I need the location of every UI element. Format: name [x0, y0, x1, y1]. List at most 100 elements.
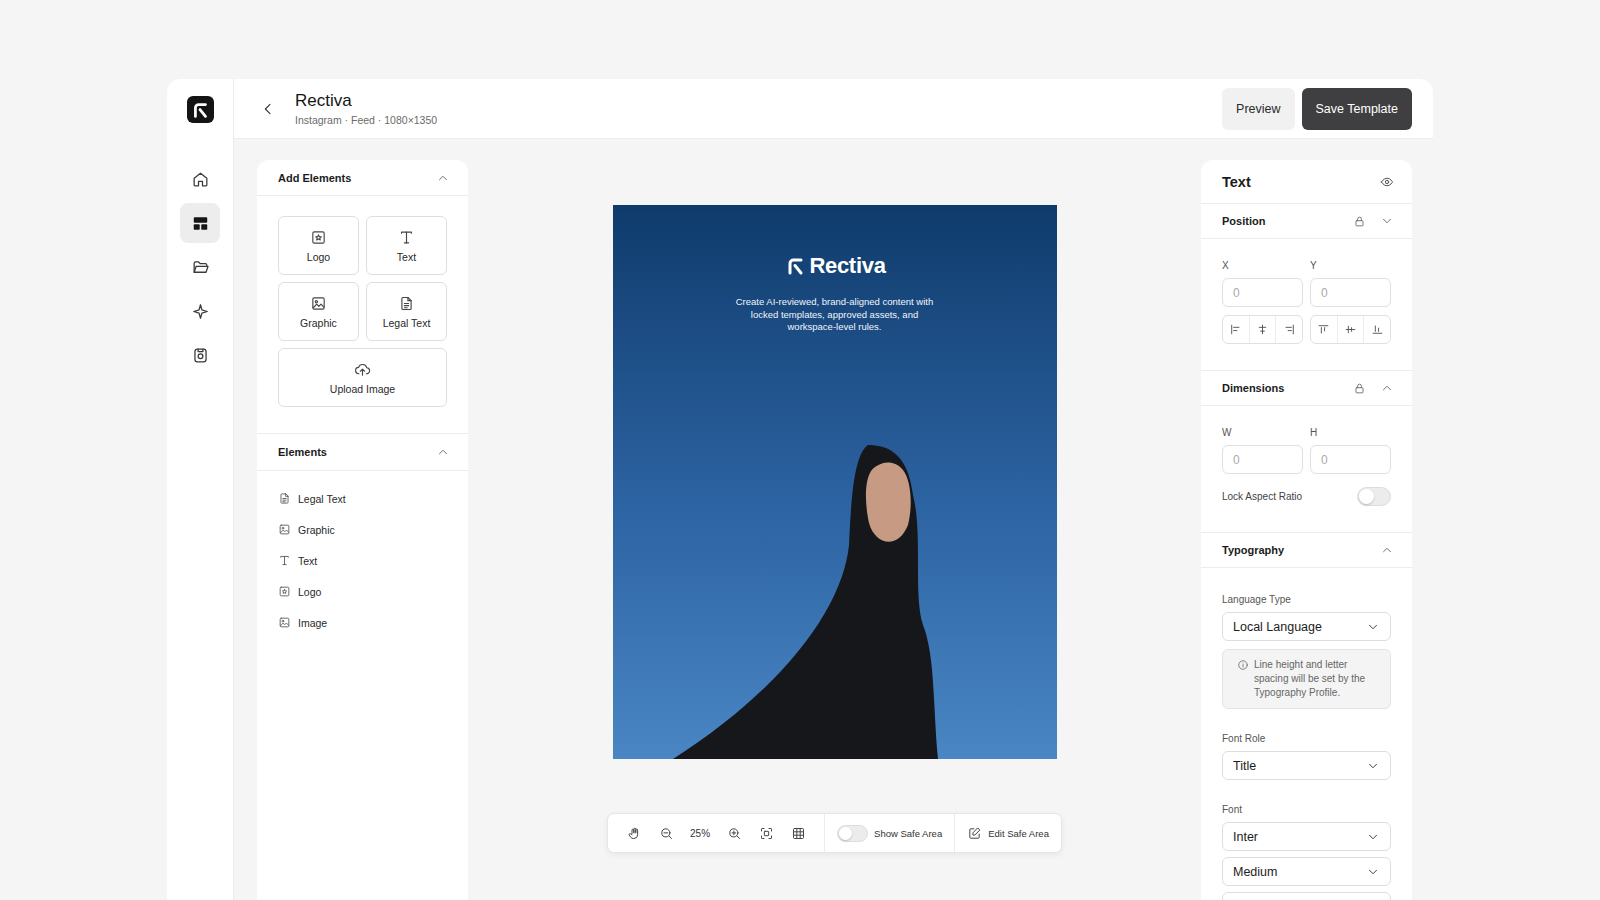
- nav-item[interactable]: [180, 291, 220, 331]
- align-button[interactable]: [1275, 316, 1302, 343]
- nav-item[interactable]: [180, 203, 220, 243]
- number-input[interactable]: 0: [1222, 278, 1303, 307]
- primary-button[interactable]: Save Template: [1302, 88, 1412, 130]
- add-element-tile[interactable]: Legal Text: [366, 282, 447, 341]
- back-button[interactable]: [258, 99, 278, 119]
- photo: [613, 205, 1057, 759]
- fit-button[interactable]: [752, 819, 780, 847]
- add-elements-header[interactable]: Add Elements: [257, 160, 468, 196]
- zoom-out-icon: [659, 826, 674, 841]
- artboard[interactable]: Rectiva Create AI-reviewed, brand-aligne…: [613, 205, 1057, 759]
- add-element-tile[interactable]: Graphic: [278, 282, 359, 341]
- info-icon: [1237, 659, 1249, 671]
- font-role-select[interactable]: Title: [1222, 751, 1391, 780]
- align-button[interactable]: [1363, 316, 1390, 343]
- text-icon: [278, 554, 291, 567]
- field-label: Y: [1310, 260, 1391, 271]
- layout-icon: [191, 214, 210, 233]
- grid-button[interactable]: [784, 819, 812, 847]
- field: X 0: [1222, 260, 1303, 307]
- switch-knob: [1359, 489, 1374, 504]
- hand-icon: [627, 826, 642, 841]
- element-row[interactable]: Legal Text: [278, 489, 447, 508]
- align-group: [1310, 315, 1391, 344]
- info-note: Line height and letter spacing will be s…: [1222, 649, 1391, 709]
- header: Rectiva Instagram · Feed · 1080×1350 Pre…: [234, 79, 1433, 139]
- image-icon: [278, 616, 291, 629]
- align-button[interactable]: [1311, 316, 1337, 343]
- align-hcenter-icon: [1256, 323, 1269, 336]
- chevron-down-icon: [1380, 214, 1394, 228]
- nav-item[interactable]: [180, 335, 220, 375]
- chevron-down-icon: [1366, 759, 1380, 773]
- elements-panel: Add Elements Logo Text Graphic Legal Tex…: [257, 160, 468, 900]
- switch-knob: [839, 827, 852, 840]
- editor-card: Rectiva Instagram · Feed · 1080×1350 Pre…: [167, 79, 1433, 900]
- logo-icon: [278, 585, 291, 598]
- inspector-panel: Text Position X 0Y 0 Dimensions W 0H 0 L…: [1201, 160, 1412, 900]
- grid-icon: [791, 826, 806, 841]
- add-element-tile[interactable]: Upload Image: [278, 348, 447, 407]
- zoom-out-button[interactable]: [652, 819, 680, 847]
- header-actions: PreviewSave Template: [1222, 88, 1412, 130]
- chevron-down-icon: [1366, 865, 1380, 879]
- elements-list: Legal Text Graphic Text Logo Image: [257, 471, 468, 650]
- align-button[interactable]: [1337, 316, 1364, 343]
- font-weight-select[interactable]: Medium: [1222, 857, 1391, 886]
- nav-item[interactable]: [180, 159, 220, 199]
- elements-header[interactable]: Elements: [257, 433, 468, 471]
- zoom-in-icon: [727, 826, 742, 841]
- language-select[interactable]: Local Language: [1222, 612, 1391, 641]
- workspace: Add Elements Logo Text Graphic Legal Tex…: [234, 139, 1433, 900]
- chevron-left-icon: [260, 101, 276, 117]
- assets-icon: [191, 346, 210, 365]
- brand-logo[interactable]: [187, 96, 214, 123]
- visibility-button[interactable]: [1380, 175, 1394, 189]
- align-button[interactable]: [1249, 316, 1276, 343]
- safe-area-label: Show Safe Area: [874, 828, 942, 839]
- secondary-button[interactable]: Preview: [1222, 88, 1294, 130]
- legal-icon: [278, 492, 291, 505]
- canvas-toolbar: 25% Show Safe Area Edit Safe Area: [607, 813, 1062, 853]
- align-button[interactable]: [1223, 316, 1249, 343]
- canvas-text[interactable]: Create AI-reviewed, brand-aligned conten…: [735, 296, 935, 334]
- field-label: Font Role: [1222, 733, 1391, 744]
- add-element-tile[interactable]: Text: [366, 216, 447, 275]
- field-label: Font: [1222, 804, 1391, 815]
- element-row[interactable]: Graphic: [278, 520, 447, 539]
- canvas-logo[interactable]: Rectiva: [783, 253, 885, 279]
- lock-aspect-switch[interactable]: [1357, 487, 1391, 506]
- artboard-content: Rectiva Create AI-reviewed, brand-aligne…: [613, 205, 1057, 759]
- chevron-up-icon: [1380, 381, 1394, 395]
- field-label: W: [1222, 427, 1303, 438]
- nav-list: [180, 159, 220, 375]
- position-header[interactable]: Position: [1201, 204, 1412, 239]
- nav-item[interactable]: [180, 247, 220, 287]
- element-row[interactable]: Text: [278, 551, 447, 570]
- number-input[interactable]: 0: [1310, 278, 1391, 307]
- add-element-tile[interactable]: Logo: [278, 216, 359, 275]
- pan-button[interactable]: [620, 819, 648, 847]
- element-row[interactable]: Logo: [278, 582, 447, 601]
- field: Y 0: [1310, 260, 1391, 307]
- safe-area-switch[interactable]: [837, 825, 868, 842]
- canvas-area: Rectiva Create AI-reviewed, brand-aligne…: [468, 160, 1201, 900]
- brand-icon: [783, 254, 807, 278]
- edit-safe-area-button[interactable]: Edit Safe Area: [954, 814, 1061, 852]
- logo-icon: [310, 229, 327, 246]
- zoom-in-button[interactable]: [720, 819, 748, 847]
- number-input[interactable]: 0: [1222, 445, 1303, 474]
- element-row[interactable]: Image: [278, 613, 447, 632]
- zoom-level[interactable]: 25%: [684, 828, 716, 839]
- text-icon: [398, 229, 415, 246]
- next-select[interactable]: [1222, 892, 1391, 900]
- typography-section: Language Type Local Language Line height…: [1201, 568, 1412, 900]
- number-input[interactable]: 0: [1310, 445, 1391, 474]
- chevron-up-icon: [1380, 543, 1394, 557]
- dimensions-header[interactable]: Dimensions: [1201, 371, 1412, 406]
- nav-rail: [167, 79, 234, 900]
- typography-header[interactable]: Typography: [1201, 533, 1412, 568]
- font-select[interactable]: Inter: [1222, 822, 1391, 851]
- chevron-down-icon: [1366, 830, 1380, 844]
- align-bottom-icon: [1371, 323, 1384, 336]
